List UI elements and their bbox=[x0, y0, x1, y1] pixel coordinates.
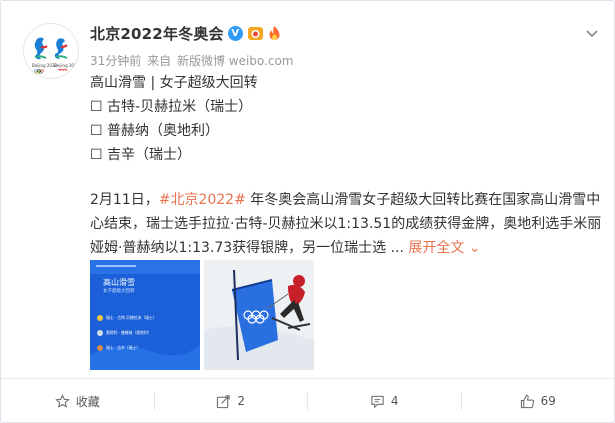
author-name[interactable]: 北京2022年冬奥会 bbox=[90, 23, 224, 44]
medal-line-text: 古特-贝赫拉米（瑞士） bbox=[107, 99, 253, 115]
weibo-card: Beijing 2022 Beijing 2022 北京2022年冬奥会 V 3… bbox=[0, 0, 615, 423]
image-results-list: 瑞士 · 古特-贝赫拉米（瑞士） 奥地利 · 普赫纳（奥地利） 瑞士 · 吉辛（… bbox=[97, 310, 157, 355]
action-bar: 收藏 2 4 69 bbox=[1, 378, 614, 423]
medal-line-text: 普赫纳（奥地利） bbox=[107, 123, 220, 139]
chevron-down-icon: ⌄ bbox=[468, 240, 481, 256]
post-source[interactable]: 新版微博 weibo.com bbox=[177, 54, 294, 68]
medal-line-2: ☐ 普赫纳（奥地利） bbox=[90, 119, 605, 143]
checkbox-glyph: ☐ bbox=[90, 99, 103, 115]
medal-line-1: ☐ 古特-贝赫拉米（瑞士） bbox=[90, 95, 605, 119]
like-button[interactable]: 69 bbox=[462, 379, 615, 423]
repost-button[interactable]: 2 bbox=[155, 379, 308, 423]
result-text: 瑞士 · 吉辛（瑞士） bbox=[106, 345, 140, 350]
result-text: 奥地利 · 普赫纳（奥地利） bbox=[106, 330, 152, 335]
avatar[interactable]: Beijing 2022 Beijing 2022 bbox=[23, 23, 79, 79]
post-body: 2月11日，#北京2022# 年冬奥会高山滑雪女子超级大回转比赛在国家高山滑雪中… bbox=[90, 188, 605, 260]
medal-line-3: ☐ 吉辛（瑞士） bbox=[90, 143, 605, 167]
beijing-2022-logo-icon: Beijing 2022 Beijing 2022 bbox=[32, 37, 79, 74]
comment-icon bbox=[371, 395, 384, 408]
medal-line-text: 吉辛（瑞士） bbox=[107, 147, 192, 163]
skier-photo bbox=[204, 260, 314, 370]
favorite-label: 收藏 bbox=[75, 394, 100, 409]
result-row: 奥地利 · 普赫纳（奥地利） bbox=[97, 325, 157, 340]
flame-badge-icon[interactable] bbox=[267, 25, 282, 42]
body-prefix: 2月11日， bbox=[90, 192, 159, 208]
image-thumbnail-skier[interactable] bbox=[204, 260, 314, 370]
result-row: 瑞士 · 吉辛（瑞士） bbox=[97, 340, 157, 355]
favorite-button[interactable]: 收藏 bbox=[1, 379, 154, 423]
author-row: 北京2022年冬奥会 V bbox=[90, 22, 282, 44]
post-time[interactable]: 31分钟前 bbox=[90, 54, 141, 68]
medal-badge-icon[interactable] bbox=[247, 25, 264, 42]
checkbox-glyph: ☐ bbox=[90, 147, 103, 163]
post-content: 高山滑雪 | 女子超级大回转 ☐ 古特-贝赫拉米（瑞士） ☐ 普赫纳（奥地利） … bbox=[90, 71, 605, 260]
image-gallery: 高山滑雪 女子超级大回转 瑞士 · 古特-贝赫拉米（瑞士） 奥地利 · 普赫纳（… bbox=[90, 260, 314, 370]
bronze-medal-icon bbox=[97, 345, 103, 351]
star-icon bbox=[55, 393, 70, 408]
thumbs-up-icon bbox=[520, 394, 534, 408]
image-subtitle: 女子超级大回转 bbox=[103, 289, 135, 294]
like-count: 69 bbox=[540, 394, 556, 408]
svg-text:Beijing 2022: Beijing 2022 bbox=[54, 63, 79, 68]
expand-full-text-link[interactable]: 展开全文 ⌄ bbox=[408, 240, 480, 256]
image-title: 高山滑雪 bbox=[103, 278, 135, 287]
verified-icon: V bbox=[227, 25, 243, 41]
comment-count: 4 bbox=[390, 394, 399, 408]
comment-button[interactable]: 4 bbox=[308, 379, 461, 423]
image-thumbnail-results[interactable]: 高山滑雪 女子超级大回转 瑞士 · 古特-贝赫拉米（瑞士） 奥地利 · 普赫纳（… bbox=[90, 260, 200, 370]
silver-medal-icon bbox=[97, 330, 103, 336]
expand-label: 展开全文 bbox=[408, 240, 465, 256]
checkbox-glyph: ☐ bbox=[90, 123, 103, 139]
chevron-down-icon[interactable] bbox=[584, 25, 600, 41]
result-row: 瑞士 · 古特-贝赫拉米（瑞士） bbox=[97, 310, 157, 325]
repost-icon bbox=[217, 394, 231, 408]
gold-medal-icon bbox=[97, 315, 103, 321]
hashtag-link[interactable]: #北京2022# bbox=[159, 192, 246, 208]
source-prefix: 来自 bbox=[147, 54, 172, 68]
result-text: 瑞士 · 古特-贝赫拉米（瑞士） bbox=[106, 315, 157, 320]
post-meta: 31分钟前 来自 新版微博 weibo.com bbox=[90, 52, 296, 69]
post-title-line: 高山滑雪 | 女子超级大回转 bbox=[90, 75, 258, 91]
repost-count: 2 bbox=[237, 394, 246, 408]
